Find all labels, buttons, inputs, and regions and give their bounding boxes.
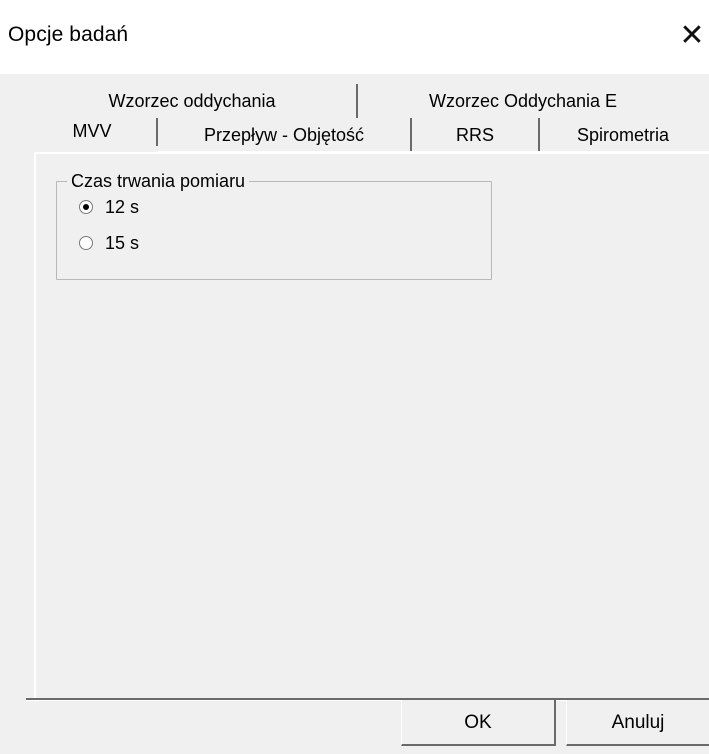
tab-label: MVV [72, 121, 112, 141]
tab-wzorzec-oddychania[interactable]: Wzorzec oddychania [28, 84, 358, 118]
ok-button[interactable]: OK [401, 700, 556, 746]
tab-label: Spirometria [576, 125, 670, 145]
tab-row-back: Wzorzec oddychania Wzorzec Oddychania E [28, 84, 709, 118]
tab-spirometria[interactable]: Spirometria [540, 118, 706, 152]
radio-label: 15 s [105, 232, 140, 253]
dialog-client-area: Wzorzec oddychania Wzorzec Oddychania E … [0, 74, 709, 754]
tab-wzorzec-oddychania-e[interactable]: Wzorzec Oddychania E [358, 84, 688, 118]
tab-mvv[interactable]: MVV [28, 118, 158, 146]
radio-label: 12 s [105, 196, 140, 217]
radio-button-checked[interactable] [79, 200, 93, 214]
close-icon[interactable]: ✕ [675, 20, 709, 54]
tab-panel-mvv: Czas trwania pomiaru 12 s 15 s [34, 152, 709, 700]
title-bar: Opcje badań ✕ [0, 0, 709, 74]
window-title: Opcje badań [8, 23, 129, 46]
tab-label: Wzorzec Oddychania E [428, 91, 618, 111]
radio-12s[interactable]: 12 s [79, 194, 139, 220]
tab-przeplyw-objetosc[interactable]: Przepływ - Objętość [158, 118, 412, 152]
measurement-duration-group: Czas trwania pomiaru 12 s 15 s [56, 170, 492, 280]
radio-15s[interactable]: 15 s [79, 230, 139, 256]
cancel-button[interactable]: Anuluj [566, 700, 709, 746]
tab-row-front: MVV Przepływ - Objętość RRS Spirometria [28, 118, 709, 152]
radio-button-unchecked[interactable] [79, 236, 93, 250]
group-label: Czas trwania pomiaru [67, 170, 250, 192]
tab-label: Wzorzec oddychania [108, 91, 276, 111]
tab-label: RRS [455, 125, 494, 145]
tab-label: Przepływ - Objętość [203, 125, 365, 145]
tab-rrs[interactable]: RRS [412, 118, 540, 152]
